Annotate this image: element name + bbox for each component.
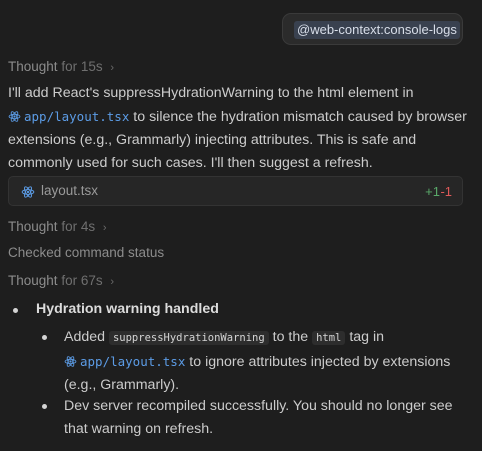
thought-label: Thought xyxy=(8,273,58,288)
deletions-count: -1 xyxy=(440,184,452,199)
inline-code-prop: suppressHydrationWarning xyxy=(108,331,269,345)
file-link-text: app/layout.tsx xyxy=(24,109,130,124)
chevron-right-icon: › xyxy=(110,276,115,288)
thought-duration: for 15s xyxy=(61,59,103,74)
file-link[interactable]: app/layout.tsx xyxy=(64,354,185,369)
summary-item-1: Added suppressHydrationWarning to the ht… xyxy=(64,326,464,397)
additions-count: +1 xyxy=(425,184,440,199)
response-text-1: I'll add React's suppressHydrationWarnin… xyxy=(8,85,414,101)
item1-text-b: to the xyxy=(268,329,313,345)
thought-duration: for 67s xyxy=(61,273,103,288)
chevron-right-icon: › xyxy=(110,62,115,74)
react-icon xyxy=(8,111,21,122)
inline-code-tag: html xyxy=(312,331,346,345)
summary-item-2: Dev server recompiled successfully. You … xyxy=(64,398,453,437)
chevron-right-icon: › xyxy=(102,222,107,234)
thought-toggle-3[interactable]: Thought for 67s › xyxy=(8,272,114,291)
file-change-row[interactable]: layout.tsx +1 -1 xyxy=(8,176,463,206)
command-status: Checked command status xyxy=(8,245,165,260)
summary-heading: Hydration warning handled xyxy=(36,301,219,317)
item1-text-c: tag in xyxy=(345,329,385,345)
thought-toggle-1[interactable]: Thought for 15s › xyxy=(8,58,114,77)
thought-toggle-2[interactable]: Thought for 4s › xyxy=(8,218,107,237)
react-file-icon xyxy=(21,186,35,198)
mention-chip[interactable]: @web-context:console-logs xyxy=(294,21,460,39)
user-message-bubble: @web-context:console-logs xyxy=(282,13,463,45)
thought-label: Thought xyxy=(8,219,58,234)
assistant-response: I'll add React's suppressHydrationWarnin… xyxy=(8,82,472,175)
bullet-icon xyxy=(42,335,47,340)
file-name: layout.tsx xyxy=(41,183,99,198)
react-icon xyxy=(64,356,77,367)
file-link-text: app/layout.tsx xyxy=(80,354,186,369)
bullet-icon xyxy=(42,404,47,409)
item1-text-a: Added xyxy=(64,329,109,345)
thought-duration: for 4s xyxy=(61,219,96,234)
bullet-icon xyxy=(13,308,18,313)
thought-label: Thought xyxy=(8,59,58,74)
file-link[interactable]: app/layout.tsx xyxy=(8,109,129,124)
